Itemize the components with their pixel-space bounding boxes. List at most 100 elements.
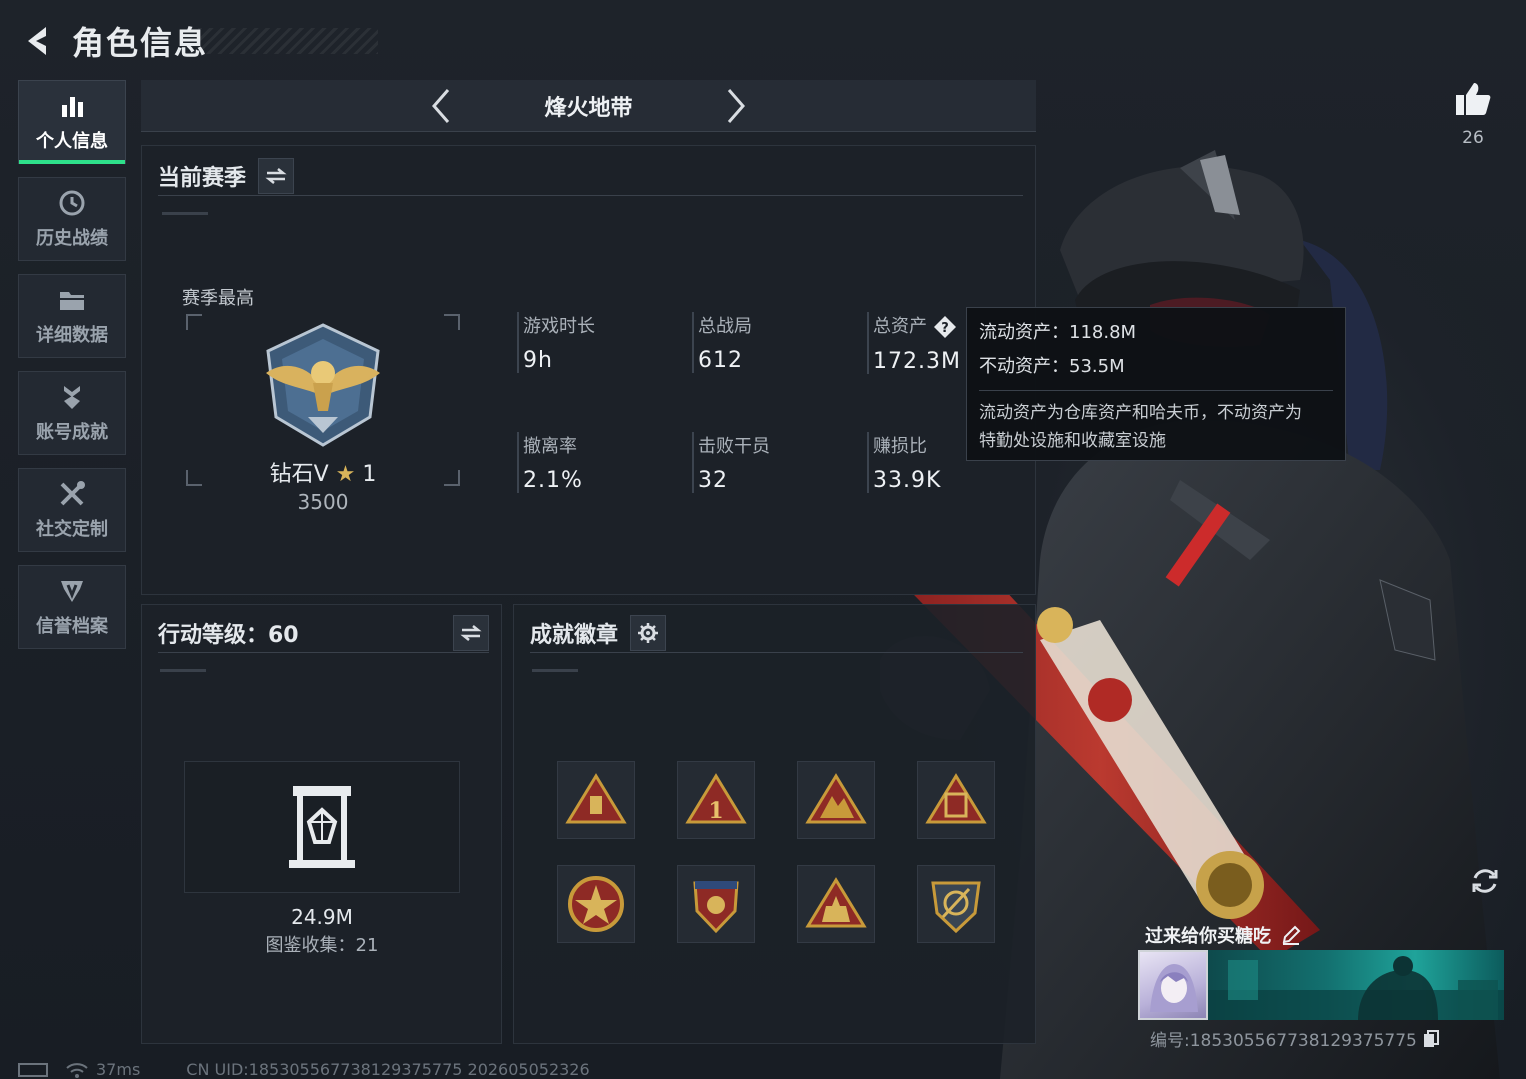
bar-chart-icon bbox=[57, 91, 87, 121]
tooltip-divider bbox=[979, 390, 1333, 391]
tooltip-liquid-assets: 流动资产：118.8M bbox=[979, 322, 1137, 343]
collection-display[interactable] bbox=[184, 761, 460, 893]
triangle-badge-icon bbox=[565, 773, 627, 824]
achievement-badge[interactable] bbox=[677, 865, 755, 943]
avatar[interactable] bbox=[1138, 950, 1208, 1020]
divider-mark bbox=[532, 669, 578, 672]
rank-name: 钻石V bbox=[269, 462, 329, 487]
profile-banner[interactable] bbox=[1208, 950, 1504, 1020]
banner-scene-icon bbox=[1208, 956, 1504, 1020]
sidebar-item-label: 个人信息 bbox=[36, 131, 108, 152]
achievement-badge[interactable]: 1 bbox=[677, 761, 755, 839]
divider-mark bbox=[162, 212, 208, 215]
stat-label: 赚损比 bbox=[873, 436, 927, 457]
mode-next-button[interactable] bbox=[716, 83, 756, 129]
stat-label-text: 总资产 bbox=[873, 316, 927, 337]
squad-badge-icon bbox=[805, 877, 867, 928]
action-level-switch-button[interactable] bbox=[453, 614, 489, 651]
achievement-badge[interactable] bbox=[917, 761, 995, 839]
battery-icon bbox=[18, 1062, 48, 1077]
achievement-badge[interactable] bbox=[797, 865, 875, 943]
star-medal-icon bbox=[568, 876, 624, 932]
header-hatch-decoration bbox=[198, 28, 378, 54]
sidebar-item-achievements[interactable]: 账号成就 bbox=[18, 371, 126, 455]
achievement-badge[interactable] bbox=[557, 761, 635, 839]
swap-icon bbox=[265, 167, 287, 184]
stat-value: 32 bbox=[698, 468, 728, 493]
avatar-portrait-icon bbox=[1150, 964, 1198, 1012]
mode-prev-button[interactable] bbox=[421, 83, 461, 129]
like-count: 26 bbox=[1462, 128, 1484, 148]
sidebar-item-detailed-data[interactable]: 详细数据 bbox=[18, 274, 126, 358]
season-title: 当前赛季 bbox=[158, 165, 247, 191]
signature-text: 过来给你买糖吃 bbox=[1145, 926, 1271, 947]
stat-total-assets: 总资产? 172.3M bbox=[867, 312, 961, 374]
stat-label: 总战局 bbox=[698, 316, 752, 337]
achievement-badge[interactable] bbox=[797, 761, 875, 839]
sidebar-item-history[interactable]: 历史战绩 bbox=[18, 177, 126, 261]
sidebar-item-label: 详细数据 bbox=[36, 325, 108, 346]
copy-icon[interactable] bbox=[1423, 1029, 1439, 1048]
achievement-badge[interactable] bbox=[917, 865, 995, 943]
emblem-badge-icon bbox=[931, 881, 981, 934]
swap-icon bbox=[460, 624, 482, 641]
mode-switcher: 烽火地带 bbox=[141, 80, 1036, 132]
mode-title: 烽火地带 bbox=[544, 95, 633, 121]
badges-settings-button[interactable] bbox=[630, 614, 667, 651]
stat-value: 9h bbox=[523, 348, 553, 373]
svg-text:?: ? bbox=[941, 321, 949, 336]
action-level-title: 行动等级：60 bbox=[158, 622, 299, 648]
rotate-view-button[interactable] bbox=[1466, 862, 1504, 900]
season-panel: 当前赛季 赛季最高 钻石V ★ 1 3500 游戏时长 9h 总战局 612 总… bbox=[141, 145, 1036, 595]
like-button[interactable] bbox=[1450, 76, 1496, 122]
tooltip-desc-line2: 特勤处设施和收藏室设施 bbox=[979, 431, 1166, 451]
crate-badge-icon bbox=[925, 773, 987, 824]
season-switch-button[interactable] bbox=[258, 157, 295, 194]
diamond-rank-emblem-icon bbox=[266, 323, 380, 447]
tooltip-fixed-assets: 不动资产：53.5M bbox=[979, 356, 1125, 377]
assets-tooltip: 流动资产：118.8M 不动资产：53.5M 流动资产为仓库资产和哈夫币，不动资… bbox=[966, 307, 1346, 461]
sidebar-item-label: 账号成就 bbox=[36, 422, 108, 443]
stat-value: 33.9K bbox=[873, 468, 942, 493]
profile-signature: 过来给你买糖吃 bbox=[1145, 922, 1301, 948]
season-panel-header: 当前赛季 bbox=[158, 156, 1023, 196]
sidebar-item-social-custom[interactable]: 社交定制 bbox=[18, 468, 126, 552]
mountain-badge-icon bbox=[805, 773, 867, 824]
rank-stars: 1 bbox=[362, 462, 377, 487]
edit-pencil-icon[interactable] bbox=[1281, 925, 1301, 945]
stat-label: 总资产? bbox=[873, 312, 961, 339]
folder-icon bbox=[57, 285, 87, 315]
back-button[interactable] bbox=[18, 21, 58, 61]
action-level-header: 行动等级：60 bbox=[158, 613, 489, 653]
svg-text:1: 1 bbox=[708, 798, 723, 824]
player-id: 编号:185305567738129375775 bbox=[1150, 1026, 1439, 1051]
chevron-left-icon bbox=[432, 89, 450, 123]
sidebar-item-personal-info[interactable]: 个人信息 bbox=[18, 80, 126, 164]
chevron-right-icon bbox=[727, 89, 745, 123]
action-level-panel: 行动等级：60 24.9M 图鉴收集：21 bbox=[141, 604, 502, 1044]
help-icon[interactable]: ? bbox=[933, 315, 957, 339]
star-icon: ★ bbox=[335, 462, 356, 487]
sidebar-item-label: 信誉档案 bbox=[36, 616, 108, 637]
stat-value: 612 bbox=[698, 348, 743, 373]
player-id-text: 编号:185305567738129375775 bbox=[1150, 1031, 1417, 1051]
rotate-icon bbox=[1472, 869, 1498, 893]
ping-value: 37ms bbox=[96, 1060, 141, 1079]
badges-title: 成就徽章 bbox=[530, 622, 619, 648]
collection-count: 图鉴收集：21 bbox=[265, 935, 379, 956]
shield-icon bbox=[57, 576, 87, 606]
gear-icon bbox=[638, 622, 659, 643]
shield-medal-icon bbox=[693, 881, 739, 934]
history-clock-icon bbox=[57, 188, 87, 218]
sidebar-item-label: 社交定制 bbox=[36, 519, 108, 540]
stat-label: 撤离率 bbox=[523, 436, 577, 457]
uid-text: CN UID:185305567738129375775 20260505232… bbox=[186, 1060, 590, 1079]
season-best-label: 赛季最高 bbox=[182, 288, 254, 309]
thumbs-up-icon bbox=[1456, 83, 1491, 115]
achievement-medal-icon bbox=[57, 382, 87, 412]
sidebar-item-reputation[interactable]: 信誉档案 bbox=[18, 565, 126, 649]
sidebar: 个人信息 历史战绩 详细数据 账号成就 社交定制 信誉档案 bbox=[18, 80, 126, 662]
badges-panel: 成就徽章 1 bbox=[513, 604, 1036, 1044]
divider-mark bbox=[160, 669, 206, 672]
achievement-badge[interactable] bbox=[557, 865, 635, 943]
